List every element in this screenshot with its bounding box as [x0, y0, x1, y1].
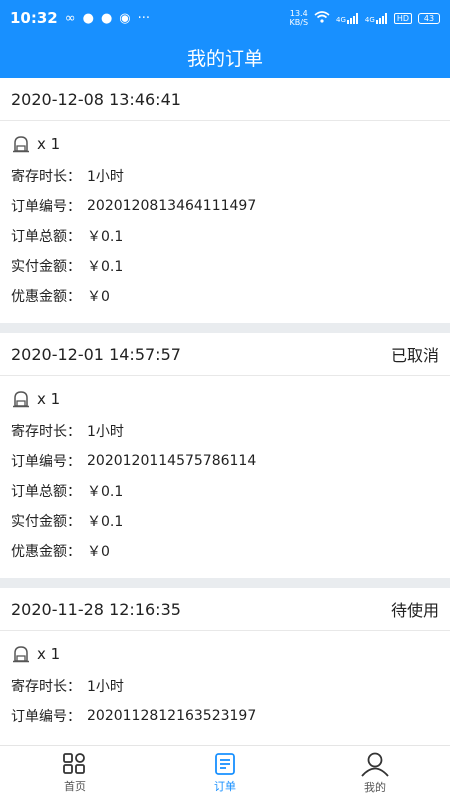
item-quantity: x 1 [37, 645, 61, 663]
paid-value: ￥0.1 [87, 514, 124, 530]
card-separator [0, 323, 450, 333]
backpack-icon [13, 646, 29, 663]
network-speed: 13.4 KB/S [290, 9, 309, 27]
duration-label: 寄存时长： [11, 424, 81, 440]
order-number-row: 订单编号： 2020112812163523197 [11, 701, 439, 731]
order-card[interactable]: 2020-11-28 12:16:35 待使用 x 1 寄存时长： 1小时 订单编… [0, 588, 450, 743]
notification-dot-icon: ● [82, 10, 94, 26]
order-number-row: 订单编号： 2020120813464111497 [11, 191, 439, 221]
order-card[interactable]: 2020-12-08 13:46:41 x 1 寄存时长： 1小时 订单编号： 20… [0, 78, 450, 323]
status-left: 10:32 ∞ ● ● ◉ ··· [10, 9, 150, 27]
order-number-label: 订单编号： [11, 709, 81, 725]
hd-badge: HD [393, 12, 412, 24]
order-datetime: 2020-12-01 14:57:57 [11, 344, 181, 364]
status-time: 10:32 [10, 9, 58, 27]
order-item: x 1 [11, 131, 439, 157]
status-right: 13.4 KB/S 4G 4G HD 43 [290, 9, 440, 27]
order-card[interactable]: 2020-12-01 14:57:57 已取消 x 1 寄存时长： 1小时 订单编… [0, 333, 450, 578]
order-status: 已取消 [390, 346, 439, 365]
order-number-value: 2020112812163523197 [87, 708, 257, 724]
discount-label: 优惠金额： [11, 544, 81, 560]
order-body: x 1 寄存时长： 1小时 订单编号： 2020120813464111497 订单… [0, 121, 450, 323]
page-title: 我的订单 [186, 47, 263, 70]
home-grid-icon [63, 753, 85, 774]
order-item: x 1 [11, 386, 439, 412]
duration-row: 寄存时长： 1小时 [11, 161, 439, 191]
signal2-label: 4G [364, 15, 375, 24]
order-body: x 1 寄存时长： 1小时 订单编号： 2020120114575786114 订单… [0, 376, 450, 578]
tab-orders-label: 订单 [214, 780, 236, 793]
app-icon: ◉ [119, 10, 131, 26]
tab-home-label: 首页 [64, 780, 86, 793]
battery-icon: 43 [418, 12, 440, 24]
order-header: 2020-12-01 14:57:57 已取消 [0, 333, 450, 376]
discount-value: ￥0 [87, 289, 110, 305]
signal-icon-2: 4G [364, 12, 388, 24]
status-bar: 10:32 ∞ ● ● ◉ ··· 13.4 KB/S 4G 4G HD 43 [0, 0, 450, 36]
order-number-value: 2020120114575786114 [87, 453, 257, 469]
order-status: 待使用 [390, 601, 439, 620]
duration-value: 1小时 [87, 169, 124, 185]
speed-value: 13.4 [289, 9, 308, 18]
item-quantity: x 1 [37, 390, 61, 408]
order-number-row: 订单编号： 2020120114575786114 [11, 446, 439, 476]
total-value: ￥0.1 [87, 229, 124, 245]
order-list[interactable]: 2020-12-08 13:46:41 x 1 寄存时长： 1小时 订单编号： 20… [0, 78, 450, 746]
order-number-label: 订单编号： [11, 199, 81, 215]
paid-label: 实付金额： [11, 514, 81, 530]
page-header: 我的订单 [0, 36, 450, 78]
order-list-icon [215, 753, 235, 775]
signal1-label: 4G [336, 15, 346, 24]
tab-home[interactable]: 首页 [15, 752, 135, 794]
more-icon: ··· [137, 10, 151, 26]
backpack-icon [13, 391, 29, 408]
total-label: 订单总额： [11, 484, 81, 500]
order-datetime: 2020-12-08 13:46:41 [11, 89, 181, 109]
total-row: 订单总额： ￥0.1 [11, 221, 439, 251]
total-row: 订单总额： ￥0.1 [11, 476, 439, 506]
item-quantity: x 1 [37, 135, 61, 153]
duration-label: 寄存时长： [11, 169, 81, 185]
order-number-label: 订单编号： [11, 454, 81, 470]
infinity-icon: ∞ [64, 10, 76, 26]
user-icon [361, 752, 389, 777]
duration-value: 1小时 [87, 679, 124, 695]
backpack-icon [13, 136, 29, 153]
signal-icon-1: 4G [336, 12, 359, 24]
paid-label: 实付金额： [11, 259, 81, 275]
discount-row: 优惠金额： ￥0 [11, 536, 439, 566]
duration-row: 寄存时长： 1小时 [11, 671, 439, 701]
duration-label: 寄存时长： [11, 679, 81, 695]
tab-mine[interactable]: 我的 [315, 751, 435, 795]
wifi-icon [314, 10, 330, 26]
chat-icon: ● [100, 10, 113, 26]
paid-value: ￥0.1 [87, 259, 124, 275]
order-item: x 1 [11, 641, 439, 667]
speed-unit: KB/S [289, 18, 309, 27]
duration-row: 寄存时长： 1小时 [11, 416, 439, 446]
order-header: 2020-12-08 13:46:41 [0, 78, 450, 121]
order-datetime: 2020-11-28 12:16:35 [11, 599, 181, 619]
discount-row: 优惠金额： ￥0 [11, 281, 439, 311]
order-header: 2020-11-28 12:16:35 待使用 [0, 588, 450, 631]
order-number-value: 2020120813464111497 [87, 198, 257, 214]
discount-label: 优惠金额： [11, 289, 81, 305]
card-separator [0, 578, 450, 588]
paid-row: 实付金额： ￥0.1 [11, 506, 439, 536]
paid-row: 实付金额： ￥0.1 [11, 251, 439, 281]
bottom-tab-bar: 首页 订单 我的 [0, 745, 450, 800]
discount-value: ￥0 [87, 544, 110, 560]
order-body: x 1 寄存时长： 1小时 订单编号： 2020112812163523197 [0, 631, 450, 743]
duration-value: 1小时 [87, 424, 124, 440]
total-label: 订单总额： [11, 229, 81, 245]
tab-mine-label: 我的 [364, 781, 386, 794]
total-value: ￥0.1 [87, 484, 124, 500]
tab-orders[interactable]: 订单 [165, 752, 285, 794]
